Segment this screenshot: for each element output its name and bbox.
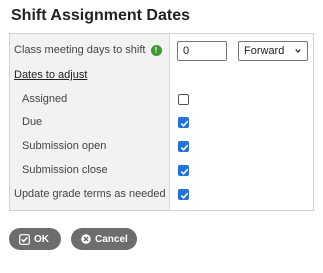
options-panel: Class meeting days to shift ! Forward Da… bbox=[9, 33, 314, 211]
meeting-days-label: Class meeting days to shift bbox=[14, 44, 146, 56]
direction-select[interactable]: Forward bbox=[238, 41, 308, 61]
info-icon[interactable]: ! bbox=[150, 44, 162, 56]
close-icon bbox=[81, 234, 91, 244]
submission-close-label: Submission close bbox=[22, 164, 108, 176]
assigned-label: Assigned bbox=[22, 93, 68, 105]
due-checkbox[interactable] bbox=[178, 117, 189, 128]
checkmark-icon bbox=[180, 120, 189, 127]
dialog-title: Shift Assignment Dates bbox=[11, 7, 190, 24]
checkmark-icon bbox=[180, 168, 189, 175]
meeting-days-input[interactable] bbox=[177, 41, 227, 61]
dates-to-adjust-link[interactable]: Dates to adjust bbox=[14, 69, 87, 81]
due-label: Due bbox=[22, 116, 43, 128]
column-divider bbox=[169, 34, 170, 210]
ok-button[interactable]: OK bbox=[9, 228, 61, 250]
assigned-checkbox[interactable] bbox=[178, 94, 189, 105]
direction-select-value: Forward bbox=[244, 45, 285, 57]
checkmark-icon bbox=[180, 192, 189, 199]
ok-label: OK bbox=[34, 233, 49, 245]
check-square-icon bbox=[19, 233, 30, 245]
submission-open-checkbox[interactable] bbox=[178, 141, 189, 152]
cancel-label: Cancel bbox=[95, 233, 128, 245]
cancel-button[interactable]: Cancel bbox=[71, 228, 137, 250]
update-terms-checkbox[interactable] bbox=[178, 189, 189, 200]
checkmark-icon bbox=[180, 144, 189, 151]
meeting-days-label-row: Class meeting days to shift ! bbox=[14, 44, 162, 56]
submission-open-label: Submission open bbox=[22, 140, 107, 152]
update-terms-label: Update grade terms as needed bbox=[14, 188, 166, 200]
submission-close-checkbox[interactable] bbox=[178, 165, 189, 176]
chevron-down-icon bbox=[295, 49, 301, 54]
